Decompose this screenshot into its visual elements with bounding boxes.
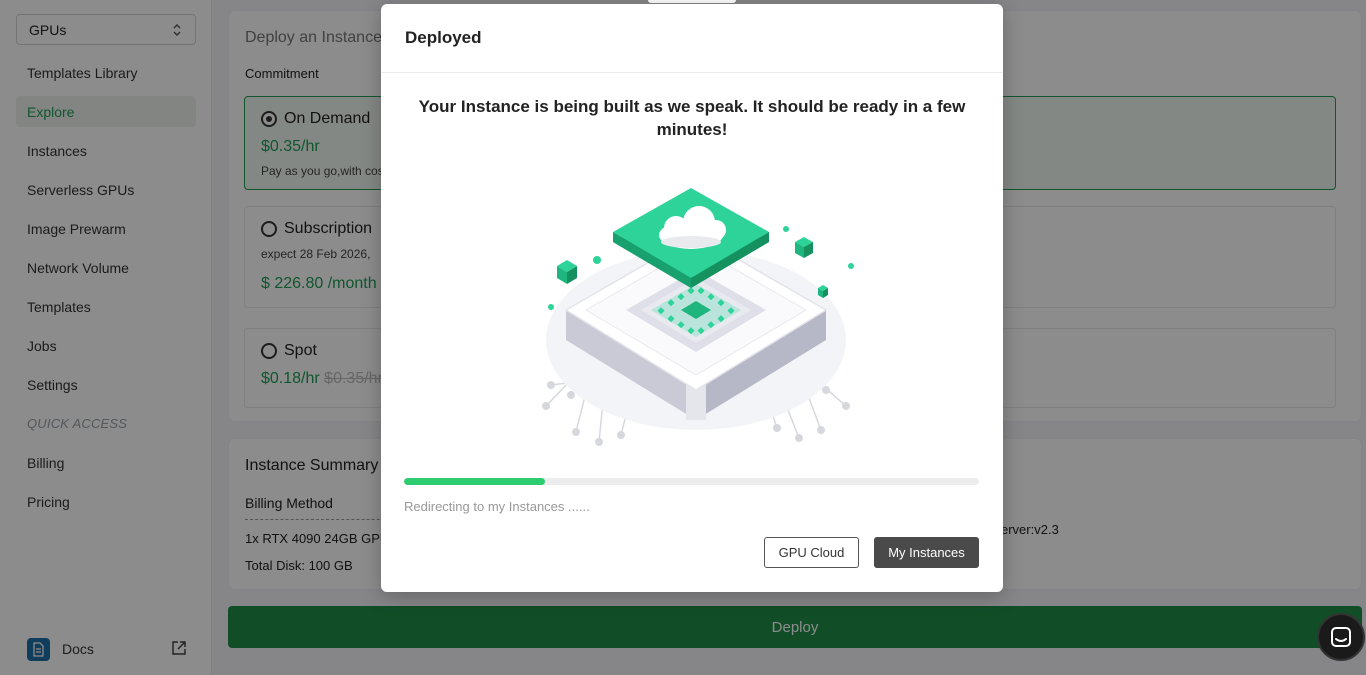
top-tab-indicator — [648, 0, 736, 3]
chat-icon — [1331, 627, 1351, 647]
redirect-text: Redirecting to my Instances ...... — [404, 499, 590, 514]
progress-fill — [404, 478, 545, 485]
modal-message: Your Instance is being built as we speak… — [418, 97, 966, 139]
my-instances-button[interactable]: My Instances — [874, 537, 979, 568]
gpu-cloud-button[interactable]: GPU Cloud — [764, 537, 859, 568]
deployed-modal: Deployed Your Instance is being built as… — [381, 4, 1003, 592]
modal-title: Deployed — [405, 28, 482, 47]
server-chip-illustration — [542, 188, 854, 446]
modal-header: Deployed — [381, 4, 1003, 73]
progress-bar — [404, 478, 979, 485]
chat-launcher-button[interactable] — [1317, 613, 1365, 661]
